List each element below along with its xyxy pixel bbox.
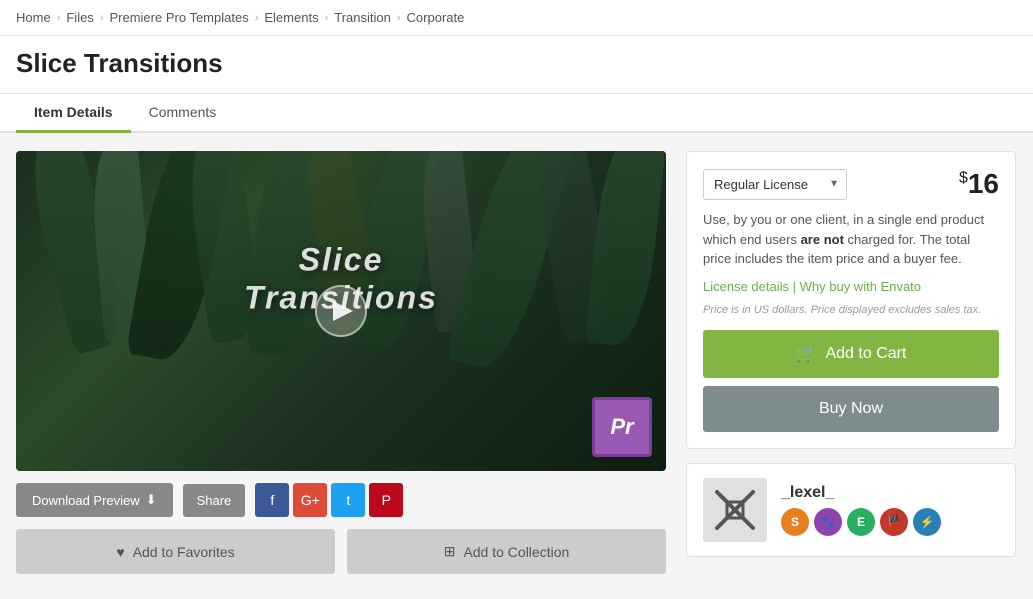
author-name: _lexel_: [781, 484, 999, 502]
play-button[interactable]: [315, 285, 367, 337]
author-badges: S 🐾 E 🏴 ⚡: [781, 508, 999, 536]
heart-icon: ♥: [116, 544, 124, 560]
video-player[interactable]: Slice Transitions Pr: [16, 151, 666, 471]
add-to-collection-label: Add to Collection: [463, 544, 569, 560]
breadcrumb-sep-1: ›: [57, 12, 61, 24]
download-preview-label: Download Preview: [32, 493, 140, 508]
license-description: Use, by you or one client, in a single e…: [703, 210, 999, 269]
price-value: 16: [968, 168, 999, 199]
twitter-share-button[interactable]: t: [331, 483, 365, 517]
page-title: Slice Transitions: [0, 36, 1033, 94]
license-links-row: License details | Why buy with Envato: [703, 279, 999, 294]
video-title-line1: Slice: [299, 242, 384, 278]
breadcrumb-elements[interactable]: Elements: [264, 10, 318, 25]
author-info: _lexel_ S 🐾 E 🏴 ⚡: [781, 484, 999, 536]
license-details-link[interactable]: License details: [703, 279, 789, 294]
author-box: _lexel_ S 🐾 E 🏴 ⚡: [686, 463, 1016, 557]
currency-symbol: $: [959, 170, 968, 187]
lower-actions-row: ♥ Add to Favorites ⊞ Add to Collection: [16, 529, 666, 574]
pinterest-share-button[interactable]: P: [369, 483, 403, 517]
main-content: Slice Transitions Pr Download Preview ⬇ …: [0, 133, 1033, 592]
add-to-favorites-button[interactable]: ♥ Add to Favorites: [16, 529, 335, 574]
cart-icon: 🛒: [796, 344, 816, 364]
license-price-row: Regular License Extended License $16: [703, 168, 999, 200]
add-to-favorites-label: Add to Favorites: [133, 544, 235, 560]
license-select[interactable]: Regular License Extended License: [703, 169, 847, 200]
breadcrumb-transition[interactable]: Transition: [334, 10, 391, 25]
facebook-share-button[interactable]: f: [255, 483, 289, 517]
add-to-cart-button[interactable]: 🛒 Add to Cart: [703, 330, 999, 378]
breadcrumb-premiere[interactable]: Premiere Pro Templates: [109, 10, 248, 25]
badge-flag: 🏴: [880, 508, 908, 536]
badge-seller: S: [781, 508, 809, 536]
badge-power: 🐾: [814, 508, 842, 536]
breadcrumb-files[interactable]: Files: [66, 10, 93, 25]
tabs-bar: Item Details Comments: [0, 94, 1033, 133]
buy-now-button[interactable]: Buy Now: [703, 386, 999, 432]
author-avatar-svg: [703, 478, 767, 542]
badge-exclusive: E: [847, 508, 875, 536]
price-display: $16: [959, 168, 999, 200]
add-to-collection-button[interactable]: ⊞ Add to Collection: [347, 529, 666, 574]
license-desc-bold: are not: [801, 232, 844, 247]
premiere-pro-badge: Pr: [592, 397, 652, 457]
tab-comments[interactable]: Comments: [131, 94, 235, 133]
video-actions-row: Download Preview ⬇ Share f G+ t P: [16, 483, 666, 517]
leaf-11: [585, 151, 666, 349]
download-preview-button[interactable]: Download Preview ⬇: [16, 483, 173, 517]
share-icons-group: f G+ t P: [255, 483, 403, 517]
download-icon: ⬇: [146, 492, 157, 508]
breadcrumb-sep-2: ›: [100, 12, 104, 24]
author-avatar[interactable]: [703, 478, 767, 542]
breadcrumb-sep-3: ›: [255, 12, 259, 24]
license-select-wrapper: Regular License Extended License: [703, 169, 847, 200]
breadcrumb-home[interactable]: Home: [16, 10, 51, 25]
price-note: Price is in US dollars. Price displayed …: [703, 304, 999, 316]
breadcrumb-corporate: Corporate: [407, 10, 465, 25]
purchase-box: Regular License Extended License $16 Use…: [686, 151, 1016, 449]
link-separator: |: [793, 279, 800, 294]
left-panel: Slice Transitions Pr Download Preview ⬇ …: [16, 151, 666, 574]
breadcrumb-sep-4: ›: [325, 12, 329, 24]
add-to-cart-label: Add to Cart: [825, 345, 906, 363]
badge-lightning: ⚡: [913, 508, 941, 536]
collection-icon: ⊞: [444, 543, 456, 560]
tab-item-details[interactable]: Item Details: [16, 94, 131, 133]
why-envato-link[interactable]: Why buy with Envato: [800, 279, 921, 294]
googleplus-share-button[interactable]: G+: [293, 483, 327, 517]
share-button[interactable]: Share: [183, 484, 246, 517]
right-panel: Regular License Extended License $16 Use…: [686, 151, 1016, 574]
breadcrumb: Home › Files › Premiere Pro Templates › …: [0, 0, 1033, 36]
breadcrumb-sep-5: ›: [397, 12, 401, 24]
